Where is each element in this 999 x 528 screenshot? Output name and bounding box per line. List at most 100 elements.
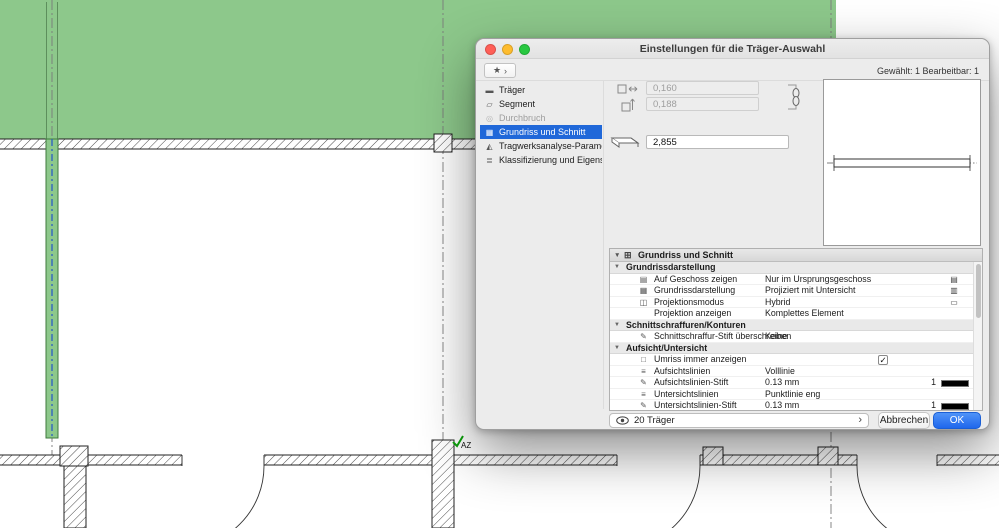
pen-color-swatch[interactable] — [941, 379, 969, 387]
dialog-titlebar[interactable]: Einstellungen für die Träger-Auswahl — [476, 39, 989, 59]
row-value-dropdown[interactable]: 0.13 mm — [765, 377, 799, 389]
row-value-dropdown[interactable]: Punktlinie eng — [765, 389, 820, 401]
table-row[interactable]: ▤ Auf Geschoss zeigen Nur im Ursprungsge… — [610, 273, 973, 286]
row-label: Grundrissdarstellung — [654, 285, 736, 295]
sidebar-item-segment[interactable]: ▱ Segment — [480, 97, 602, 111]
table-group-title: Grundriss und Schnitt — [638, 250, 734, 260]
row-label: Untersichtslinien-Stift — [654, 400, 737, 410]
section-collapse-icon[interactable]: ▼ — [614, 262, 620, 274]
row-value-dropdown[interactable]: 0.13 mm — [765, 400, 799, 410]
row-label: Aufsichtslinien-Stift — [654, 377, 729, 387]
settings-sidebar: ▬ Träger ▱ Segment ◎ Durchbruch ▦ Grundr… — [480, 83, 602, 167]
pen-number: 1 — [931, 400, 936, 410]
row-value-dropdown[interactable]: Projiziert mit Untersicht — [765, 285, 855, 297]
collapse-icon[interactable]: ▼ — [614, 249, 620, 262]
row-label: Auf Geschoss zeigen — [654, 273, 738, 284]
table-scrollbar[interactable] — [973, 262, 982, 410]
sidebar-item-label: Träger — [499, 85, 526, 95]
table-row[interactable]: ◫ Projektionsmodus Hybrid ▭ — [610, 296, 973, 309]
plan-and-section-table: ▼ ⊞ Grundriss und Schnitt ▼ Grundrissdar… — [609, 248, 983, 411]
row-icon: ✎ — [640, 332, 647, 341]
table-row[interactable]: □ Umriss immer anzeigen ✓ — [610, 354, 973, 366]
row-icon: □ — [641, 355, 646, 364]
sidebar-item-label: Klassifizierung und Eigenschaften — [499, 155, 602, 165]
row-label: Projektionsmodus — [654, 296, 724, 307]
eye-icon — [616, 416, 629, 425]
row-label: Umriss immer anzeigen — [654, 354, 747, 364]
ok-button[interactable]: OK — [933, 412, 981, 429]
sidebar-item-icon: ≣ — [486, 155, 493, 165]
cancel-button[interactable]: Abbrechen — [878, 412, 930, 429]
row-icon: ▤ — [639, 274, 648, 284]
row-label: Projektion anzeigen — [654, 308, 732, 318]
pen-color-swatch[interactable] — [941, 402, 969, 410]
row-label: Aufsicht/Untersicht — [626, 342, 708, 353]
row-label: Aufsichtslinien — [654, 365, 711, 376]
row-option-icon[interactable]: ▭ — [947, 297, 961, 309]
table-row[interactable]: ▼ Grundrissdarstellung — [610, 262, 973, 274]
table-row[interactable]: ▦ Grundrissdarstellung Projiziert mit Un… — [610, 285, 973, 297]
table-row[interactable]: Projektion anzeigen Komplettes Element — [610, 308, 973, 320]
row-value-dropdown[interactable]: Nur im Ursprungsgeschoss — [765, 274, 871, 286]
table-row[interactable]: ✎ Schnittschraffur-Stift überschreiben K… — [610, 331, 973, 343]
chevron-right-icon: › — [504, 65, 508, 76]
star-icon: ★ — [492, 65, 502, 75]
table-row[interactable]: ✎ Aufsichtslinien-Stift 0.13 mm 1 — [610, 377, 973, 389]
table-row[interactable]: ≡ Aufsichtslinien Volllinie — [610, 365, 973, 378]
chevron-right-icon: › — [858, 414, 862, 426]
favorites-button[interactable]: ★ › — [484, 63, 516, 78]
row-value-dropdown[interactable]: Hybrid — [765, 297, 790, 309]
sidebar-item-durchbruch[interactable]: ◎ Durchbruch — [480, 111, 602, 125]
sidebar-item-grundriss-und-schnitt[interactable]: ▦ Grundriss und Schnitt — [480, 125, 602, 139]
beam-preview-drawing — [827, 155, 977, 171]
row-value-dropdown[interactable]: Keine — [765, 331, 788, 343]
sidebar-item-traeger[interactable]: ▬ Träger — [480, 83, 602, 97]
beam-length-icon — [610, 137, 640, 148]
section-width-icon — [617, 84, 638, 94]
row-value-dropdown[interactable]: Komplettes Element — [765, 308, 844, 320]
sidebar-item-label: Durchbruch — [499, 113, 546, 123]
wall-bottom[interactable] — [0, 454, 999, 466]
selection-info: Gewählt: 1 Bearbeitbar: 1 — [876, 66, 979, 76]
sidebar-item-icon: ◭ — [486, 141, 493, 151]
pen-number: 1 — [931, 377, 936, 387]
row-label: Grundrissdarstellung — [626, 262, 716, 272]
table-group-header[interactable]: ▼ ⊞ Grundriss und Schnitt — [610, 249, 982, 262]
link-dimensions-icon[interactable] — [785, 81, 803, 113]
table-row[interactable]: ≡ Untersichtslinien Punktlinie eng — [610, 388, 973, 401]
selected-elements-label: 20 Träger — [634, 415, 675, 426]
section-collapse-icon[interactable]: ▼ — [614, 343, 620, 355]
scrollbar-thumb[interactable] — [975, 264, 981, 318]
row-option-icon[interactable]: ▤ — [947, 274, 961, 286]
selected-elements-dropdown[interactable]: 20 Träger › — [609, 413, 869, 428]
table-row[interactable]: ▼ Aufsicht/Untersicht — [610, 342, 973, 355]
sidebar-item-label: Segment — [499, 99, 536, 109]
table-body: ▼ Grundrissdarstellung ▤ Auf Geschoss ze… — [610, 262, 973, 410]
sidebar-item-klassifizierung-und-eigenschaften[interactable]: ≣ Klassifizierung und Eigenschaften — [480, 153, 602, 167]
section-collapse-icon[interactable]: ▼ — [614, 320, 620, 332]
beam-settings-dialog: Einstellungen für die Träger-Auswahl ★ ›… — [475, 38, 990, 430]
row-icon: ◫ — [639, 297, 648, 307]
row-value-dropdown[interactable]: Volllinie — [765, 366, 795, 378]
row-label: Schnittschraffuren/Konturen — [626, 319, 746, 330]
beam-preview[interactable] — [823, 79, 981, 246]
row-icon: ≡ — [641, 389, 646, 399]
row-option-icon[interactable]: ▥ — [947, 285, 961, 297]
beam-height-field[interactable]: 0,188 — [646, 97, 759, 111]
sidebar-divider — [603, 80, 604, 409]
checkbox[interactable]: ✓ — [878, 355, 888, 365]
sidebar-item-label: Grundriss und Schnitt — [499, 127, 586, 137]
sidebar-item-icon: ▬ — [485, 85, 494, 95]
sidebar-item-label: Tragwerksanalyse-Parameter — [499, 141, 602, 151]
beam-length-field[interactable]: 2,855 — [646, 135, 789, 149]
table-row[interactable]: ▼ Schnittschraffuren/Konturen — [610, 319, 973, 332]
beam-width-field[interactable]: 0,160 — [646, 81, 759, 95]
row-icon: ≡ — [641, 366, 646, 376]
dialog-title: Einstellungen für die Träger-Auswahl — [639, 43, 826, 55]
column-top[interactable] — [433, 133, 453, 153]
plan-section-icon: ⊞ — [624, 250, 632, 260]
table-row[interactable]: ✎ Untersichtslinien-Stift 0.13 mm 1 — [610, 400, 973, 410]
sidebar-item-tragwerksanalyse-parameter[interactable]: ◭ Tragwerksanalyse-Parameter — [480, 139, 602, 153]
az-label: AZ — [461, 441, 471, 450]
check-icon: ✓ — [879, 354, 887, 365]
